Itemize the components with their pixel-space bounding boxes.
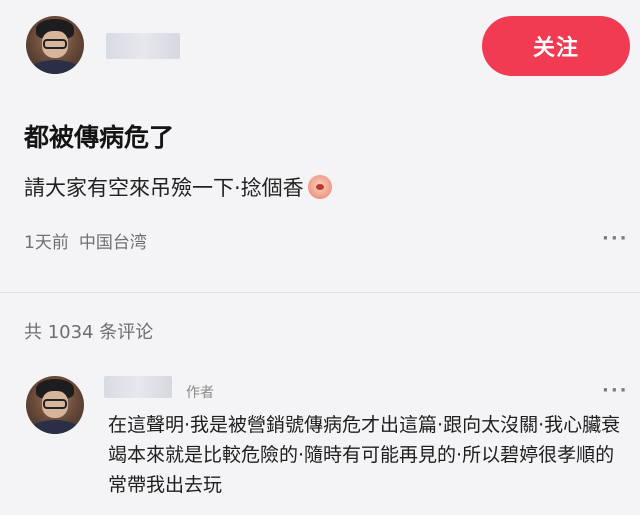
post-title: 都被傳病危了 [24,123,175,152]
post-location: 中国台湾 [78,233,147,253]
face-emoji-icon [307,175,332,199]
post-meta: 1天前 中国台湾 [24,228,147,253]
divider [0,292,640,293]
author-tag: 作者 [186,385,214,401]
author-name-redacted [106,33,180,59]
comment-count: 共 1034 条评论 [24,322,154,343]
post-body-text: 請大家有空來吊殮一下·捻個香 [24,176,304,200]
post-time: 1天前 [24,233,69,253]
avatar-body [30,60,80,74]
comment-text: 在這聲明·我是被營銷號傳病危才出這篇·跟向太沒關·我心臟衰竭本來就是比較危險的·… [108,414,621,496]
comment-more-button[interactable]: ··· [602,380,629,401]
avatar-glasses [42,399,68,409]
post-more-button[interactable]: ··· [602,228,629,249]
author-avatar[interactable] [26,16,84,74]
comment-author-name-redacted [104,376,172,398]
post-body: 請大家有空來吊殮一下·捻個香 [24,172,332,202]
comment-author-avatar[interactable] [26,376,84,434]
avatar-body [30,420,80,434]
follow-button[interactable]: 关注 [482,16,630,76]
avatar-glasses [42,39,68,49]
